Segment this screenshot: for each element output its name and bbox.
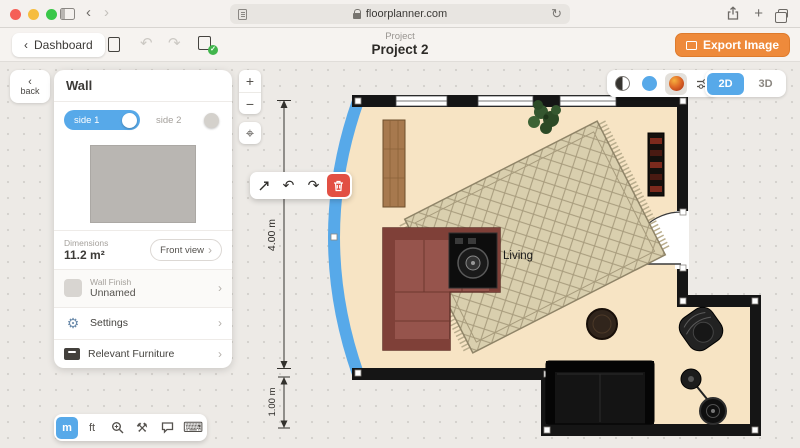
save-status-icon: ✓	[198, 36, 214, 52]
undo-icon[interactable]: ↶	[140, 36, 153, 51]
dimensions-label: Dimensions	[64, 238, 108, 248]
dashboard-button[interactable]: ‹ Dashboard	[12, 33, 105, 57]
bottom-toolbar: m ft ⚒ ⌨	[54, 414, 207, 441]
windows[interactable]	[396, 96, 616, 106]
dimension-secondary-label: 1.00 m	[267, 387, 278, 416]
chevron-right-icon: ›	[218, 347, 222, 361]
project-name: Project 2	[371, 42, 428, 57]
keyboard-icon[interactable]: ⌨	[181, 417, 205, 439]
black-sofa[interactable]	[546, 361, 654, 424]
contrast-view-icon[interactable]	[611, 73, 633, 95]
redo-icon[interactable]: ↷	[168, 36, 181, 51]
side-table[interactable]	[587, 309, 617, 339]
round-lamp[interactable]	[700, 398, 726, 424]
wall-context-toolbar: ↶ ↷	[250, 172, 352, 199]
cabinet[interactable]	[383, 120, 405, 207]
mode-toggle: 2D 3D	[705, 70, 786, 97]
dimensions-value: 11.2 m²	[64, 248, 108, 262]
delete-wall-button[interactable]	[327, 174, 350, 197]
draw-wall-tool-icon[interactable]	[252, 174, 275, 197]
zoom-out-button[interactable]: −	[239, 92, 261, 114]
reload-icon[interactable]: ↻	[551, 6, 562, 22]
unit-ft-button[interactable]: ft	[81, 417, 103, 439]
new-project-icon[interactable]	[108, 37, 120, 52]
comment-icon[interactable]	[156, 417, 178, 439]
mode-2d-button[interactable]: 2D	[707, 73, 744, 95]
unit-m-button[interactable]: m	[56, 417, 78, 439]
back-label: back	[20, 86, 39, 96]
export-image-button[interactable]: Export Image	[675, 33, 790, 57]
settings-row[interactable]: ⚙ Settings ›	[54, 307, 232, 339]
zoom-controls: + −	[239, 70, 261, 114]
minimize-window-button[interactable]	[28, 9, 39, 20]
chevron-right-icon: ›	[218, 281, 222, 295]
share-icon[interactable]	[727, 6, 739, 21]
dimension-main-label: 4.00 m	[266, 219, 278, 251]
close-window-button[interactable]	[10, 9, 21, 20]
tab-overview-icon[interactable]	[778, 9, 788, 18]
back-chevron-icon: ‹	[28, 78, 32, 86]
render-view-icon[interactable]	[665, 73, 687, 95]
browser-actions: +	[727, 6, 788, 21]
view-style-controls	[607, 70, 718, 97]
back-chevron-icon: ‹	[24, 38, 28, 52]
wall-preview[interactable]	[54, 138, 232, 230]
panel-title: Wall	[54, 70, 232, 102]
window-controls	[10, 9, 64, 20]
blueprint-view-icon[interactable]	[638, 73, 660, 95]
browser-chrome: ‹ › floorplanner.com ↻ +	[0, 0, 800, 28]
toggle-knob	[122, 113, 137, 128]
browser-back-icon[interactable]: ‹	[86, 4, 91, 21]
dashboard-label: Dashboard	[34, 38, 93, 52]
saved-check-icon: ✓	[208, 45, 218, 55]
radiator-shelf[interactable]	[648, 133, 664, 196]
relevant-furniture-label: Relevant Furniture	[88, 348, 174, 360]
browser-forward-icon[interactable]: ›	[104, 4, 109, 21]
zoom-window-button[interactable]	[46, 9, 57, 20]
wall-panel: Wall side 1 side 2 Dimensions 11.2 m²	[54, 70, 232, 368]
relevant-furniture-row[interactable]: Relevant Furniture ›	[54, 339, 232, 368]
curve-wall-left-icon[interactable]: ↶	[277, 174, 300, 197]
magnifier-icon[interactable]	[106, 417, 128, 439]
dimension-secondary	[278, 377, 290, 428]
room-label: Living	[503, 250, 533, 262]
wall-finish-row[interactable]: Wall Finish Unnamed ›	[54, 269, 232, 307]
settings-label: Settings	[90, 317, 128, 329]
side-toggles: side 1 side 2	[54, 102, 232, 138]
dimension-main	[277, 100, 291, 369]
chevron-right-icon: ›	[208, 243, 212, 257]
back-button[interactable]: ‹ back	[10, 70, 50, 103]
lock-icon	[353, 13, 361, 19]
wall-finish-value: Unnamed	[90, 287, 136, 300]
image-icon	[686, 41, 697, 50]
chevron-right-icon: ›	[218, 316, 222, 330]
front-view-button[interactable]: Front view ›	[150, 239, 222, 261]
furniture-box-icon	[64, 348, 80, 360]
project-title-block: Project Project 2	[371, 31, 428, 57]
trash-icon	[333, 180, 344, 192]
wall-finish-label: Wall Finish	[90, 277, 136, 287]
dimensions-section: Dimensions 11.2 m² Front view ›	[54, 230, 232, 269]
center-view-button[interactable]: ⌖	[239, 122, 261, 144]
speaker[interactable]	[449, 233, 497, 288]
url-text: floorplanner.com	[366, 8, 447, 20]
wall-texture-swatch	[90, 145, 196, 223]
side1-toggle[interactable]: side 1	[64, 110, 140, 130]
side2-toggle[interactable]: side 2	[146, 110, 222, 130]
wall-finish-swatch-icon	[64, 279, 82, 297]
zoom-in-button[interactable]: +	[239, 70, 261, 92]
reader-icon[interactable]	[238, 9, 247, 20]
url-bar[interactable]: floorplanner.com ↻	[230, 4, 570, 24]
mode-3d-button[interactable]: 3D	[747, 73, 784, 95]
tools-icon[interactable]: ⚒	[131, 417, 153, 439]
screen: ‹ › floorplanner.com ↻ + ‹ Dashboard ↶ ↷…	[0, 0, 800, 448]
curve-wall-right-icon[interactable]: ↷	[302, 174, 325, 197]
floorplan-workspace[interactable]: Living	[0, 62, 800, 448]
project-label: Project	[371, 31, 428, 42]
gear-icon: ⚙	[64, 315, 82, 332]
toggle-knob	[204, 113, 219, 128]
sidebar-toggle-icon[interactable]	[60, 8, 75, 20]
app-toolbar: ‹ Dashboard ↶ ↷ ✓ Project Project 2 Expo…	[0, 28, 800, 62]
new-tab-icon[interactable]: +	[754, 7, 763, 21]
